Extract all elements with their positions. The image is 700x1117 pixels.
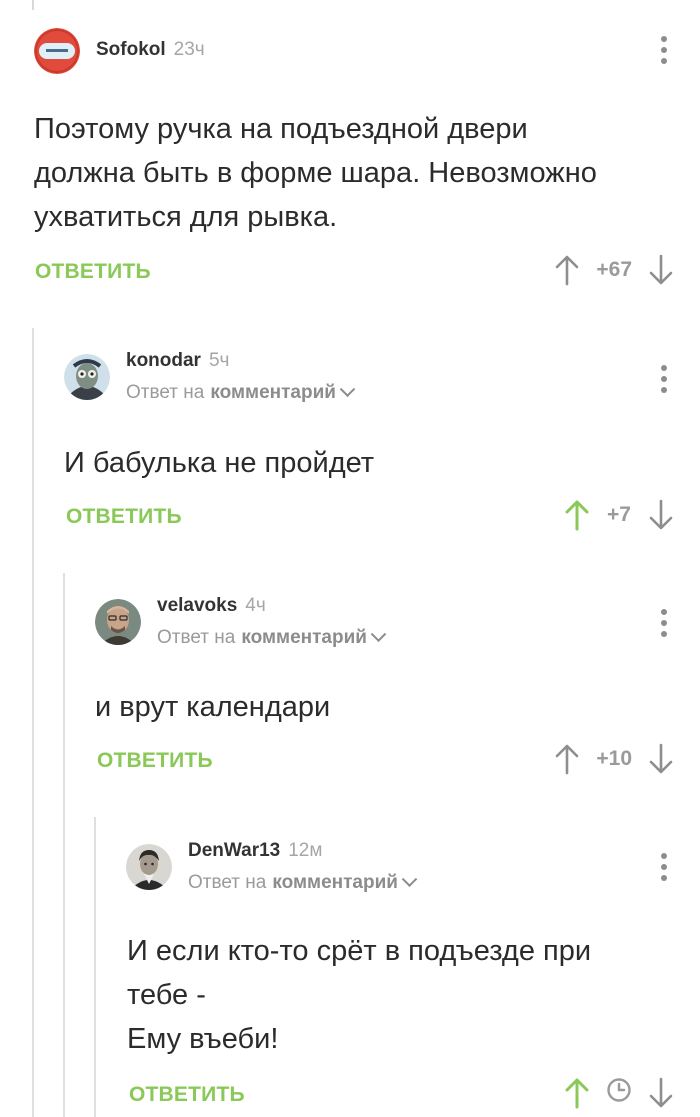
reply-button[interactable]: ОТВЕТИТЬ <box>66 505 182 529</box>
reply-to[interactable]: Ответ на комментарий <box>188 870 418 894</box>
reply-button[interactable]: ОТВЕТИТЬ <box>129 1083 245 1107</box>
thread-line-level-2 <box>63 573 65 1117</box>
reply-to[interactable]: Ответ на комментарий <box>126 380 356 404</box>
reply-button[interactable]: ОТВЕТИТЬ <box>97 749 213 773</box>
thread-line-top <box>32 0 34 10</box>
comment-text: Поэтому ручка на подъездной двери должна… <box>34 113 597 233</box>
rating: +7 <box>607 503 631 526</box>
username[interactable]: konodar <box>126 350 201 372</box>
reply-to[interactable]: Ответ на комментарий <box>157 625 387 649</box>
chevron-down-icon <box>401 870 418 887</box>
comment-header: konodar 5ч Ответ на комментарий <box>64 350 356 404</box>
more-menu-icon[interactable] <box>660 365 668 398</box>
username[interactable]: DenWar13 <box>188 840 280 862</box>
comment-text: И бабулька не пройдет <box>64 447 375 479</box>
comment-text: и врут календари <box>95 691 331 723</box>
chevron-down-icon <box>339 380 356 397</box>
rating: +67 <box>596 258 632 281</box>
thread-line-level-1 <box>32 328 34 1117</box>
avatar[interactable] <box>34 28 80 74</box>
comment-time: 5ч <box>208 350 230 371</box>
avatar[interactable] <box>126 844 172 890</box>
reply-to-link[interactable]: комментарий <box>210 382 336 404</box>
comment-time: 4ч <box>245 595 266 616</box>
reply-to-prefix: Ответ на <box>157 627 236 648</box>
clock-icon <box>606 1077 632 1109</box>
comment-actions: ОТВЕТИТЬ +67 <box>0 252 700 292</box>
thread-line-level-3 <box>94 817 96 1117</box>
comment-header: velavoks 4ч Ответ на комментарий <box>95 595 387 649</box>
avatar[interactable] <box>64 354 110 400</box>
comment-header: DenWar13 12м Ответ на комментарий <box>126 840 418 894</box>
more-menu-icon[interactable] <box>660 36 668 69</box>
comment-time: 23ч <box>173 39 205 60</box>
username[interactable]: Sofokol <box>96 39 166 61</box>
username[interactable]: velavoks <box>157 595 237 617</box>
comment-time: 12м <box>288 840 323 861</box>
downvote-arrow-icon[interactable] <box>648 254 674 286</box>
reply-to-link[interactable]: комментарий <box>272 872 398 894</box>
reply-to-prefix: Ответ на <box>188 872 267 893</box>
upvote-arrow-icon[interactable] <box>564 1077 590 1109</box>
downvote-arrow-icon[interactable] <box>648 1077 674 1109</box>
upvote-arrow-icon[interactable] <box>554 743 580 775</box>
rating: +10 <box>596 747 632 770</box>
comment-actions: ОТВЕТИТЬ +10 <box>0 741 700 781</box>
comment-actions: ОТВЕТИТЬ +7 <box>0 497 700 537</box>
upvote-arrow-icon[interactable] <box>564 499 590 531</box>
chevron-down-icon <box>370 625 387 642</box>
reply-to-prefix: Ответ на <box>126 382 205 403</box>
comment-actions: ОТВЕТИТЬ <box>0 1075 700 1115</box>
reply-button[interactable]: ОТВЕТИТЬ <box>35 260 151 284</box>
avatar[interactable] <box>95 599 141 645</box>
upvote-arrow-icon[interactable] <box>554 254 580 286</box>
more-menu-icon[interactable] <box>660 853 668 886</box>
reply-to-link[interactable]: комментарий <box>241 627 367 649</box>
more-menu-icon[interactable] <box>660 609 668 642</box>
downvote-arrow-icon[interactable] <box>648 743 674 775</box>
downvote-arrow-icon[interactable] <box>648 499 674 531</box>
comment-text: И если кто-то срёт в подъезде при тебе -… <box>127 935 592 1055</box>
comment-header: Sofokol 23ч <box>34 28 205 74</box>
